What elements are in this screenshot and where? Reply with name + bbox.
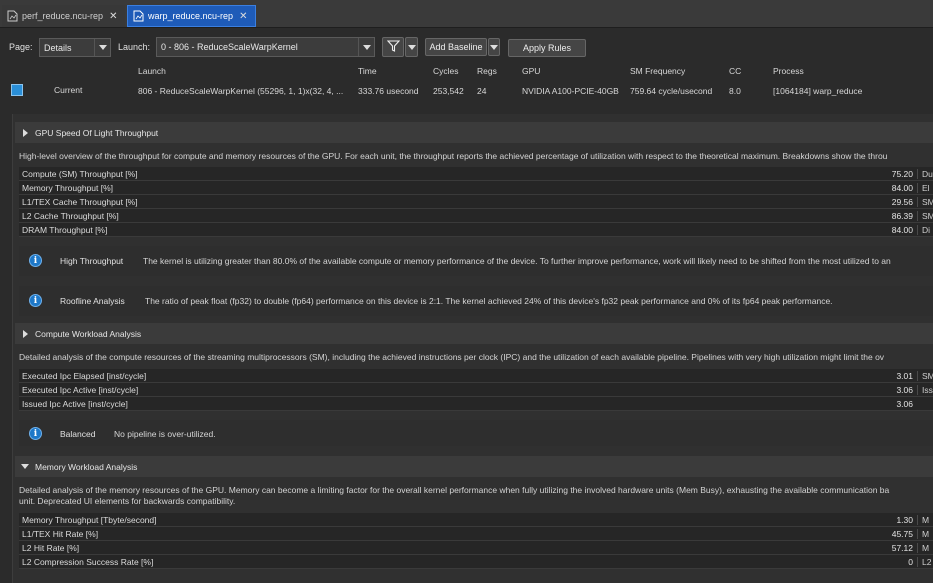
section-title: Compute Workload Analysis (35, 328, 142, 339)
section-title: Memory Workload Analysis (35, 461, 138, 472)
tab-warp-reduce[interactable]: warp_reduce.ncu-rep ✕ (127, 5, 256, 27)
info-icon: i (29, 254, 42, 267)
chevron-down-icon (358, 38, 374, 56)
chevron-down-icon (407, 44, 416, 50)
regs-value: 24 (477, 86, 487, 96)
time-value: 333.76 usecond (358, 86, 419, 96)
metrics-table: Executed Ipc Elapsed [inst/cycle]3.01SM … (19, 369, 933, 411)
section-description-line2: unit. Deprecated UI elements for backwar… (19, 496, 236, 506)
tab-perf-reduce[interactable]: perf_reduce.ncu-rep ✕ (2, 5, 125, 27)
table-row: L2 Compression Success Rate [%] 0 L2 (19, 555, 933, 569)
document-icon (132, 10, 144, 22)
expand-arrow-icon (15, 128, 35, 137)
add-baseline-button[interactable]: Add Baseline (425, 38, 487, 56)
table-row: Memory Throughput [Tbyte/second] 1.30 M (19, 513, 933, 527)
section-description: Detailed analysis of the compute resourc… (19, 352, 885, 362)
col-cc: CC (729, 66, 742, 76)
rule-text: No pipeline is over-utilized. (114, 429, 216, 439)
expand-arrow-icon (15, 464, 35, 469)
rule-balanced: i Balanced No pipeline is over-utilized. (19, 420, 933, 446)
tab-bar: perf_reduce.ncu-rep ✕ warp_reduce.ncu-re… (0, 0, 933, 28)
table-row: Issued Ipc Active [inst/cycle] 3.06 (19, 397, 933, 411)
add-baseline-dropdown[interactable] (488, 38, 500, 56)
launch-label: Launch: (118, 42, 151, 52)
tab-label: warp_reduce.ncu-rep (148, 11, 234, 21)
close-icon[interactable]: ✕ (109, 11, 117, 22)
current-label: Current (54, 85, 83, 95)
col-time: Time (358, 66, 377, 76)
table-row: Executed Ipc Elapsed [inst/cycle]3.01SM (19, 369, 933, 383)
col-launch: Launch (138, 66, 166, 76)
cycles-value: 253,542 (433, 86, 464, 96)
rule-high-throughput: i High Throughput The kernel is utilizin… (19, 246, 933, 276)
table-row: L2 Hit Rate [%] 57.12 M (19, 541, 933, 555)
section-title: GPU Speed Of Light Throughput (35, 127, 159, 138)
metrics-table: Memory Throughput [Tbyte/second] 1.30 M L1… (19, 513, 933, 569)
rule-text: The kernel is utilizing greater than 80.… (143, 256, 891, 266)
tab-label: perf_reduce.ncu-rep (22, 11, 104, 21)
apply-rules-button[interactable]: Apply Rules (508, 39, 586, 57)
section-description: High-level overview of the throughput fo… (19, 151, 888, 161)
filter-button[interactable] (382, 37, 404, 57)
cc-value: 8.0 (729, 86, 741, 96)
filter-icon (386, 40, 400, 54)
sm-frequency-value: 759.64 cycle/usecond (630, 86, 713, 96)
info-icon: i (29, 294, 42, 307)
section-compute-workload[interactable]: Compute Workload Analysis (15, 323, 933, 344)
section-speed-of-light[interactable]: GPU Speed Of Light Throughput (15, 122, 933, 143)
page-select-value: Details (44, 42, 72, 53)
col-gpu: GPU (522, 66, 541, 76)
current-color-swatch[interactable] (11, 84, 23, 96)
filter-dropdown-button[interactable] (405, 37, 418, 57)
table-row: DRAM Throughput [%] 84.00 Di (19, 223, 933, 237)
document-icon (6, 10, 18, 22)
section-description: Detailed analysis of the memory resource… (19, 485, 890, 495)
section-memory-workload[interactable]: Memory Workload Analysis (15, 456, 933, 477)
col-process: Process (773, 66, 804, 76)
table-row: Compute (SM) Throughput [%] 75.20 Du (19, 167, 933, 181)
expand-arrow-icon (15, 329, 35, 338)
table-row: L1/TEX Hit Rate [%] 45.75 M (19, 527, 933, 541)
table-row: L1/TEX Cache Throughput [%]29.56SM (19, 195, 933, 209)
launch-select[interactable]: 0 - 806 - ReduceScaleWarpKernel (156, 37, 375, 57)
rule-title: Balanced (60, 429, 96, 439)
rule-title: Roofline Analysis (60, 296, 125, 306)
page-select[interactable]: Details (39, 38, 111, 57)
col-sm-frequency: SM Frequency (630, 66, 686, 76)
table-row: Executed Ipc Active [inst/cycle] 3.06 Iss (19, 383, 933, 397)
chevron-down-icon (490, 44, 498, 50)
table-row: Memory Throughput [%] 84.00 El (19, 181, 933, 195)
page-label: Page: (9, 42, 33, 52)
table-row: L2 Cache Throughput [%]86.39SM (19, 209, 933, 223)
close-icon[interactable]: ✕ (239, 11, 247, 22)
info-icon: i (29, 427, 42, 440)
rule-roofline: i Roofline Analysis The ratio of peak fl… (19, 286, 933, 316)
col-cycles: Cycles (433, 66, 459, 76)
gpu-value: NVIDIA A100-PCIE-40GB (522, 86, 619, 96)
metrics-table: Compute (SM) Throughput [%] 75.20 Du Memor… (19, 167, 933, 237)
process-value: [1064184] warp_reduce (773, 86, 863, 96)
col-regs: Regs (477, 66, 497, 76)
rule-title: High Throughput (60, 256, 124, 266)
launch-select-value: 0 - 806 - ReduceScaleWarpKernel (161, 42, 298, 52)
chevron-down-icon (94, 39, 110, 56)
rule-text: The ratio of peak float (fp32) to double… (145, 296, 833, 306)
launch-value: 806 - ReduceScaleWarpKernel (55296, 1, 1… (138, 86, 344, 96)
